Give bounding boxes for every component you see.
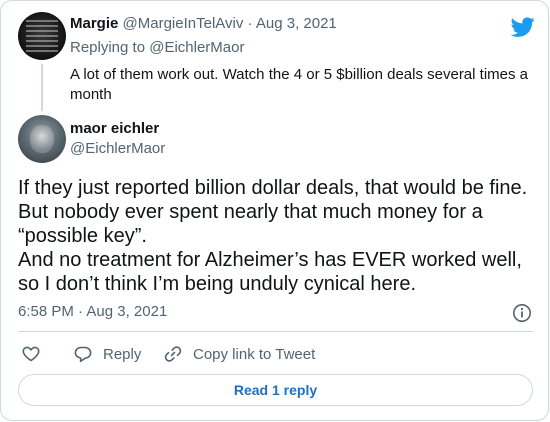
parent-tweet-text: A lot of them work out. Watch the 4 or 5… bbox=[70, 66, 528, 103]
main-author-name[interactable]: maor eichler bbox=[70, 120, 159, 137]
copy-link-button[interactable]: Copy link to Tweet bbox=[163, 344, 315, 364]
parent-date[interactable]: Aug 3, 2021 bbox=[256, 15, 337, 32]
main-tweet-text-line: so I don’t think I’m being unduly cynica… bbox=[18, 273, 416, 295]
parent-author-name[interactable]: Margie bbox=[70, 15, 118, 32]
reply-label: Reply bbox=[103, 345, 142, 363]
parent-separator: · bbox=[247, 15, 253, 32]
heart-icon bbox=[22, 346, 40, 362]
link-icon bbox=[164, 346, 182, 362]
twitter-bird-icon[interactable] bbox=[510, 15, 535, 39]
tweet-date: Aug 3, 2021 bbox=[86, 303, 168, 320]
tweet-timestamp[interactable]: 6:58 PM · Aug 3, 2021 bbox=[18, 303, 167, 320]
reply-button[interactable]: Reply bbox=[73, 344, 141, 364]
replying-prefix: Replying to bbox=[70, 39, 146, 56]
tweet-time: 6:58 PM bbox=[18, 303, 74, 320]
actions-divider bbox=[18, 331, 533, 332]
parent-author-handle[interactable]: @MargieInTelAviv bbox=[123, 15, 244, 32]
reply-bubble-icon bbox=[74, 346, 92, 363]
main-tweet-text-line: But nobody ever spent nearly that much m… bbox=[18, 201, 483, 223]
main-tweet-text-line: If they just reported billion dollar dea… bbox=[18, 177, 528, 199]
embedded-tweet-card: Margie @MargieInTelAviv · Aug 3, 2021 Re… bbox=[0, 0, 549, 421]
replying-to-line: Replying to @EichlerMaor bbox=[70, 39, 244, 56]
copy-link-label: Copy link to Tweet bbox=[193, 345, 316, 363]
main-tweet-text: If they just reported billion dollar dea… bbox=[18, 176, 543, 296]
main-author-handle[interactable]: @EichlerMaor bbox=[70, 140, 165, 157]
parent-tweet-header: Margie @MargieInTelAviv · Aug 3, 2021 bbox=[70, 15, 337, 32]
read-replies-button[interactable]: Read 1 reply bbox=[18, 374, 533, 406]
replying-to-mention[interactable]: @EichlerMaor bbox=[149, 39, 244, 56]
thread-connector-line bbox=[41, 64, 43, 111]
main-tweet-text-line: “possible key”. bbox=[18, 225, 147, 247]
avatar-margie[interactable] bbox=[18, 12, 66, 60]
like-button[interactable] bbox=[21, 344, 51, 364]
info-icon[interactable] bbox=[512, 303, 532, 323]
avatar-maor-eichler[interactable] bbox=[18, 115, 66, 163]
tweet-meta-separator: · bbox=[78, 303, 84, 320]
main-tweet-text-line: And no treatment for Alzheimer’s has EVE… bbox=[18, 249, 522, 271]
